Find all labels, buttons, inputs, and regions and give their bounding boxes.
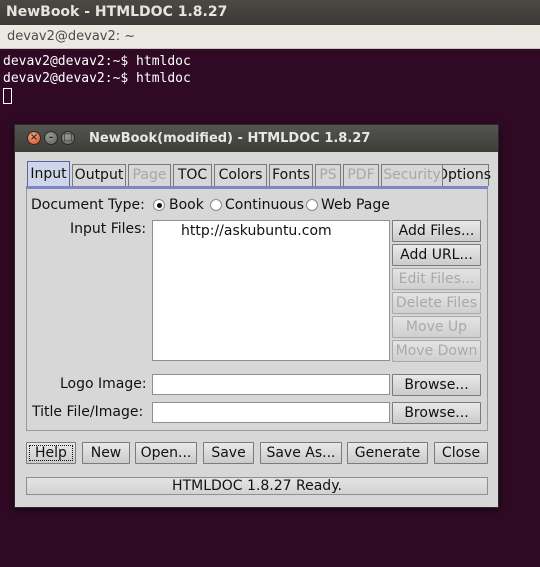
tab-toc[interactable]: TOC <box>173 164 212 186</box>
add-files-button[interactable]: Add Files... <box>392 220 481 242</box>
terminal-line: devav2@devav2:~$ htmldoc <box>3 71 191 86</box>
status-bar: HTMLDOC 1.8.27 Ready. <box>26 477 488 495</box>
delete-files-button[interactable]: Delete Files <box>392 292 481 314</box>
tab-pdf[interactable]: PDF <box>343 164 379 186</box>
radio-web-page[interactable] <box>306 199 318 211</box>
tab-input[interactable]: Input <box>27 161 70 186</box>
close-window-icon[interactable]: × <box>27 131 41 145</box>
generate-button[interactable]: Generate <box>347 442 428 464</box>
terminal-cursor <box>3 87 12 104</box>
move-down-button[interactable]: Move Down <box>392 340 481 362</box>
new-button[interactable]: New <box>82 442 130 464</box>
tab-ps[interactable]: PS <box>315 164 341 186</box>
window-title: NewBook - HTMLDOC 1.8.27 <box>6 4 228 20</box>
terminal-title: devav2@devav2: ~ <box>7 29 136 44</box>
tab-fonts[interactable]: Fonts <box>269 164 313 186</box>
document-type-label: Document Type: <box>31 197 145 213</box>
dialog-title: NewBook(modified) - HTMLDOC 1.8.27 <box>89 131 371 146</box>
terminal-header: devav2@devav2: ~ <box>0 25 540 49</box>
input-tab-panel: Document Type: Book Continuous Web Page … <box>26 189 488 431</box>
maximize-window-icon[interactable]: □ <box>61 131 75 145</box>
save-button[interactable]: Save <box>203 442 254 464</box>
title-file-label: Title File/Image: <box>32 404 144 420</box>
tab-page[interactable]: Page <box>128 164 171 186</box>
dialog-titlebar[interactable]: × – □ NewBook(modified) - HTMLDOC 1.8.27 <box>15 125 498 152</box>
help-button[interactable]: Help <box>26 442 76 464</box>
move-up-button[interactable]: Move Up <box>392 316 481 338</box>
minimize-window-icon[interactable]: – <box>44 131 58 145</box>
open-button[interactable]: Open... <box>135 442 197 464</box>
htmldoc-dialog: × – □ NewBook(modified) - HTMLDOC 1.8.27… <box>14 124 499 508</box>
title-file-field[interactable] <box>152 402 390 423</box>
top-title-bar: NewBook - HTMLDOC 1.8.27 <box>0 0 540 25</box>
save-as-button[interactable]: Save As... <box>260 442 342 464</box>
logo-browse-button[interactable]: Browse... <box>392 374 481 396</box>
radio-book-label[interactable]: Book <box>169 197 204 213</box>
radio-continuous[interactable] <box>210 199 222 211</box>
terminal-line: devav2@devav2:~$ htmldoc <box>3 54 191 69</box>
radio-book[interactable] <box>153 199 165 211</box>
logo-image-label: Logo Image: <box>60 376 147 392</box>
tab-colors[interactable]: Colors <box>214 164 267 186</box>
radio-web-page-label[interactable]: Web Page <box>321 197 390 213</box>
edit-files-button[interactable]: Edit Files... <box>392 268 481 290</box>
tab-options[interactable]: Options <box>436 164 491 186</box>
input-files-label: Input Files: <box>70 221 147 237</box>
input-file-item[interactable]: http://askubuntu.com <box>181 223 332 239</box>
radio-continuous-label[interactable]: Continuous <box>225 197 304 213</box>
title-browse-button[interactable]: Browse... <box>392 402 481 424</box>
tab-security[interactable]: Security <box>381 164 443 186</box>
tab-output[interactable]: Output <box>72 164 126 186</box>
input-files-list[interactable]: http://askubuntu.com <box>152 220 390 361</box>
logo-image-field[interactable] <box>152 374 390 395</box>
close-button[interactable]: Close <box>434 442 488 464</box>
add-url-button[interactable]: Add URL... <box>392 244 481 266</box>
